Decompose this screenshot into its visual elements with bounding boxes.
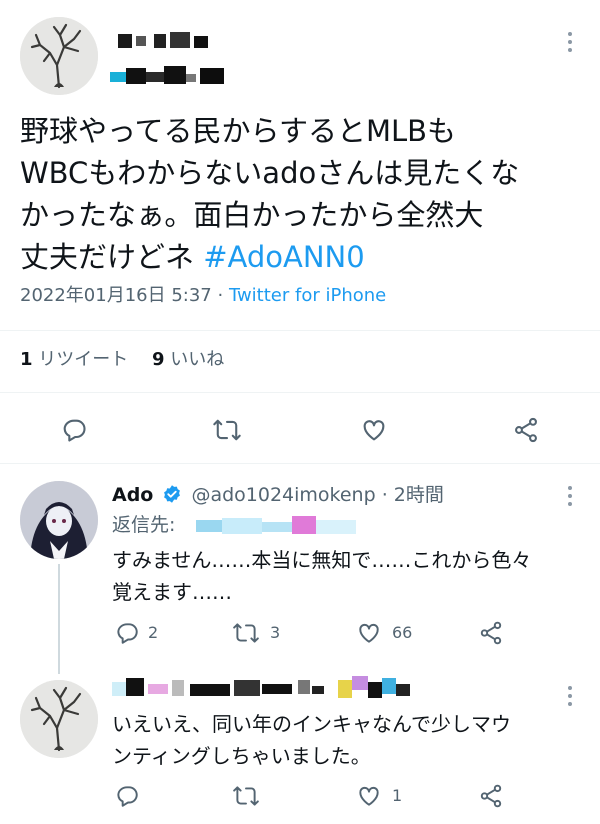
redacted-reply-header	[112, 676, 412, 700]
like-button[interactable]	[360, 416, 388, 444]
heart-icon	[359, 623, 379, 643]
redacted-author-handle	[110, 64, 230, 86]
retweet-label: リツイート	[38, 349, 129, 370]
retweet-button[interactable]	[232, 783, 260, 809]
tweet-text-line: 丈夫だけどネ	[20, 240, 195, 274]
reply-button[interactable]	[114, 783, 140, 809]
share-icon	[480, 784, 502, 808]
tweet-source-link[interactable]: Twitter for iPhone	[229, 285, 386, 306]
divider	[0, 463, 600, 464]
share-button[interactable]	[512, 416, 540, 444]
divider	[0, 392, 600, 393]
reply-text: すみません……本当に無知で……これから色々 覚えます……	[112, 544, 582, 608]
dead-tree-image	[20, 680, 98, 758]
heart-icon	[363, 420, 385, 441]
tweet-text-line: かったなぁ。面白かったから全然大	[20, 198, 484, 232]
like-count: 1	[392, 786, 403, 805]
share-button[interactable]	[478, 620, 504, 646]
share-button[interactable]	[478, 783, 504, 809]
like-label: いいね	[170, 349, 225, 370]
retweet-count: 1	[20, 349, 33, 370]
display-name[interactable]: Ado	[112, 484, 153, 506]
reply-button[interactable]	[114, 620, 140, 646]
tweet-text-line: WBCもわからないadoさんは見たくな	[20, 156, 520, 190]
hashtag-link[interactable]: #AdoANN0	[203, 240, 364, 274]
share-icon	[480, 621, 502, 645]
reply-text-line: ンティングしちゃいました。	[112, 744, 371, 768]
reply-time[interactable]: · 2時間	[382, 484, 444, 506]
author-avatar[interactable]	[20, 17, 98, 95]
more-options-icon[interactable]	[560, 686, 580, 710]
tweet-text-line: 野球やってる民からするとMLBも	[20, 114, 457, 148]
replying-to: 返信先:	[112, 512, 175, 538]
retweet-button[interactable]	[232, 620, 260, 646]
reply-text-line: すみません……本当に無知で……これから色々	[112, 548, 532, 572]
share-icon	[515, 417, 537, 443]
more-options-icon[interactable]	[560, 486, 580, 510]
redacted-reply-target	[196, 514, 366, 536]
engagement-stats: 1 リツイート 9 いいね	[20, 348, 224, 372]
tweet-timestamp[interactable]: 2022年01月16日 5:37	[20, 285, 212, 306]
heart-icon	[359, 786, 379, 806]
author-avatar[interactable]	[20, 680, 98, 758]
ado-avatar-image	[20, 481, 98, 559]
tweet-meta: 2022年01月16日 5:37 · Twitter for iPhone	[20, 284, 386, 308]
dead-tree-image	[20, 17, 98, 95]
like-count: 9	[152, 349, 165, 370]
meta-separator: ·	[211, 285, 229, 306]
reply-icon	[63, 419, 86, 442]
tweet-text: 野球やってる民からするとMLBも WBCもわからないadoさんは見たくな かった…	[20, 110, 590, 278]
reply-header: Ado @ado1024imokenp · 2時間	[112, 482, 444, 508]
ado-avatar[interactable]	[20, 481, 98, 559]
retweet-button[interactable]	[212, 416, 242, 444]
reply-text-line: いえいえ、同い年のインキャなんで少しマウ	[112, 712, 511, 736]
retweet-icon	[233, 623, 259, 643]
like-count: 66	[392, 623, 413, 642]
retweet-count: 3	[270, 623, 281, 642]
divider	[0, 330, 600, 331]
reply-count: 2	[148, 623, 159, 642]
replying-to-label: 返信先:	[112, 514, 176, 536]
retweet-icon	[213, 419, 241, 441]
like-button[interactable]	[356, 620, 382, 646]
reply-button[interactable]	[60, 416, 88, 444]
reply-icon	[117, 786, 138, 807]
redacted-author-name	[118, 30, 218, 50]
retweet-icon	[233, 786, 259, 806]
username[interactable]: @ado1024imokenp	[191, 484, 375, 506]
thread-line	[58, 564, 60, 674]
like-button[interactable]	[356, 783, 382, 809]
retweet-stat[interactable]: 1 リツイート	[20, 349, 128, 370]
like-stat[interactable]: 9 いいね	[152, 349, 224, 370]
reply-text-line: 覚えます……	[112, 580, 232, 604]
reply-text: いえいえ、同い年のインキャなんで少しマウ ンティングしちゃいました。	[112, 708, 582, 772]
verified-badge-icon	[164, 485, 181, 503]
reply-icon	[117, 623, 138, 644]
more-options-icon[interactable]	[560, 32, 580, 56]
